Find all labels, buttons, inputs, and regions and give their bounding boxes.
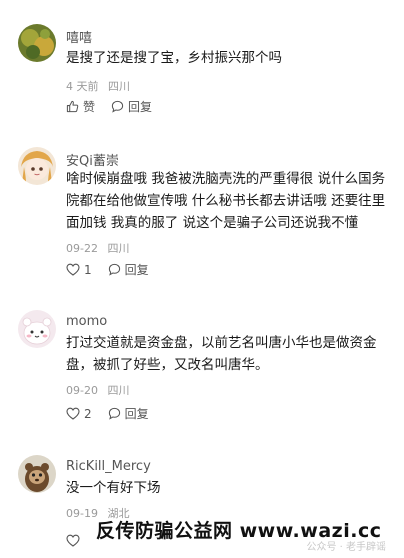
like-button[interactable]: 1 xyxy=(66,263,92,277)
comment-username[interactable]: RicKill_Mercy xyxy=(66,459,151,474)
comment-actions: 2 回复 xyxy=(66,405,165,422)
comment-location: 四川 xyxy=(108,80,130,93)
comment-actions: 赞 回复 xyxy=(66,98,168,115)
comment-username[interactable]: 嘻嘻 xyxy=(66,27,92,46)
comment-text: 打过交道就是资金盘，以前艺名叫唐小华也是做资金盘，被抓了好些，又改名叫唐华。 xyxy=(66,335,377,373)
like-button[interactable]: 赞 xyxy=(66,98,95,115)
reply-icon xyxy=(108,263,120,276)
like-button[interactable] xyxy=(66,534,84,547)
comment-username[interactable]: momo xyxy=(66,314,107,329)
comment-username[interactable]: 安Qi蓄崇 xyxy=(66,150,119,169)
comment-actions xyxy=(66,534,100,547)
watermark-banner: 反传防骗公益网 www.wazi.cc xyxy=(96,520,382,542)
heart-icon xyxy=(66,534,80,547)
heart-icon xyxy=(66,407,80,420)
comment-text: 是搜了还是搜了宝，乡村振兴那个吗 xyxy=(66,50,282,66)
reply-label: 回复 xyxy=(124,263,149,277)
avatar[interactable] xyxy=(18,455,56,493)
comment-time: 09-20 xyxy=(66,384,98,397)
like-button[interactable]: 2 xyxy=(66,407,92,421)
avatar[interactable] xyxy=(18,147,56,185)
avatar[interactable] xyxy=(18,310,56,348)
reply-label: 回复 xyxy=(128,100,153,114)
like-count: 1 xyxy=(84,262,92,277)
reply-icon xyxy=(111,100,124,113)
comment-location: 四川 xyxy=(107,384,130,397)
reply-icon xyxy=(108,407,120,420)
comment-location: 四川 xyxy=(107,242,130,255)
comment-meta: 09-20 四川 xyxy=(66,382,129,398)
comment-time: 09-19 xyxy=(66,507,98,520)
comment-time: 4 天前 xyxy=(66,80,99,93)
comment-text: 没一个有好下场 xyxy=(66,480,161,496)
reply-button[interactable]: 回复 xyxy=(111,98,152,115)
like-count: 2 xyxy=(84,406,92,421)
comment-time: 09-22 xyxy=(66,242,98,255)
thumbs-up-icon xyxy=(66,100,79,113)
heart-icon xyxy=(66,263,80,276)
comment-meta: 09-22 四川 xyxy=(66,240,129,256)
like-label: 赞 xyxy=(83,100,96,114)
reply-button[interactable]: 回复 xyxy=(108,405,149,422)
comment-text: 啥时候崩盘哦 我爸被洗脑壳洗的严重得很 说什么国务院都在给他做宣传哦 什么秘书长… xyxy=(66,171,386,231)
avatar[interactable] xyxy=(18,24,56,62)
reply-label: 回复 xyxy=(124,407,149,421)
comment-meta: 4 天前 四川 xyxy=(66,78,130,94)
comment-actions: 1 回复 xyxy=(66,261,165,278)
reply-button[interactable]: 回复 xyxy=(108,261,149,278)
